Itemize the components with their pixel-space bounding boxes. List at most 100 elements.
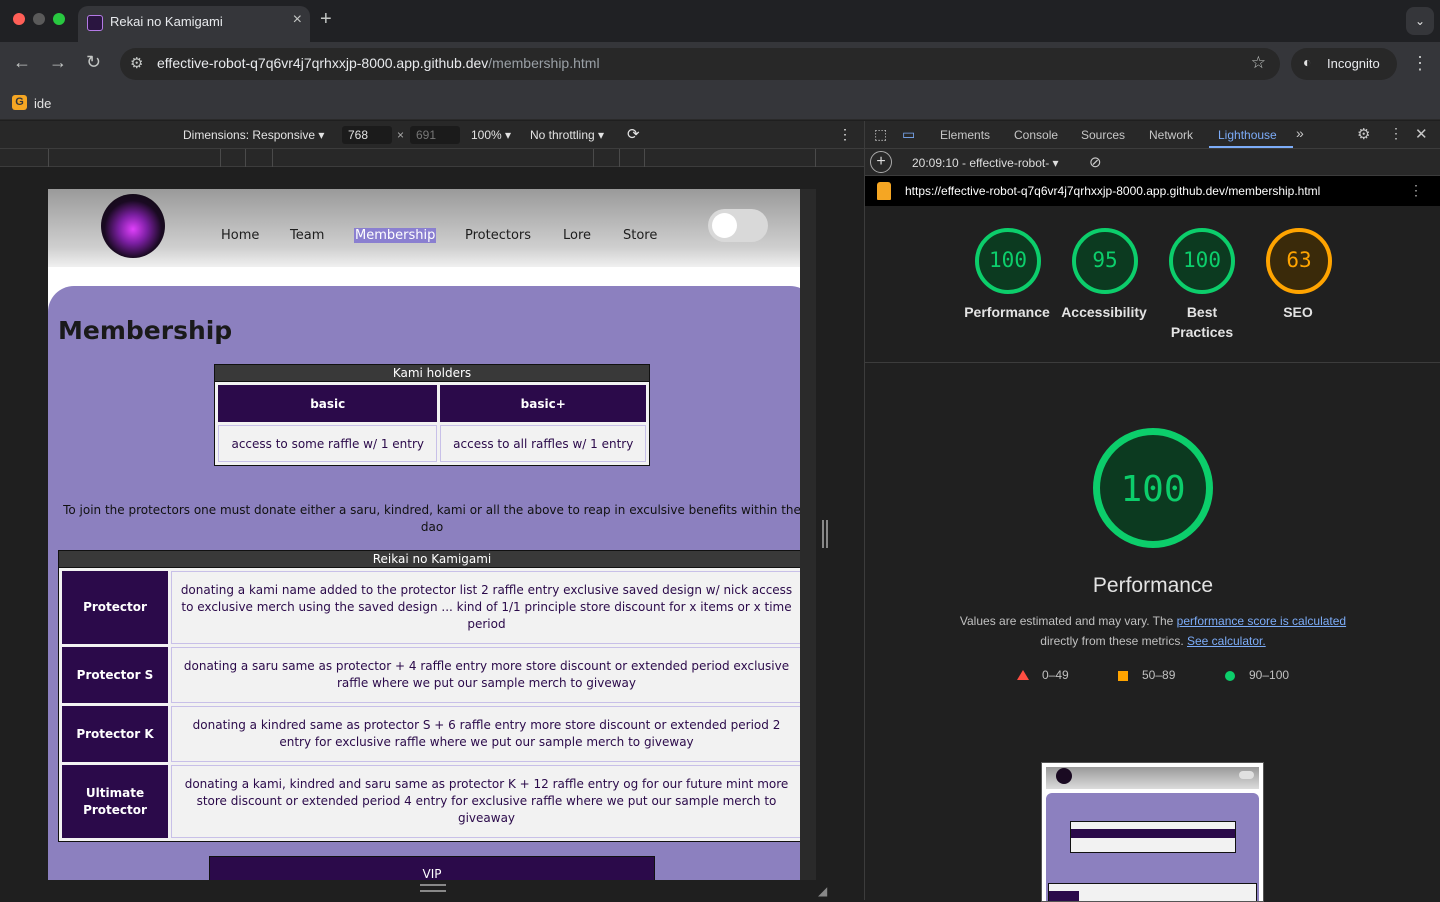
nav-home[interactable]: Home — [221, 228, 259, 243]
tab-lighthouse[interactable]: Lighthouse — [1218, 128, 1277, 142]
divider — [865, 362, 1440, 363]
times-sign: × — [397, 128, 405, 142]
width-input[interactable]: 768 — [342, 126, 392, 144]
pass-circle-icon — [1225, 671, 1235, 681]
throttling-dropdown[interactable]: No throttling ▾ — [530, 128, 604, 142]
fail-triangle-icon — [1017, 670, 1029, 680]
devtools-menu-icon[interactable]: ⋮ — [1389, 125, 1403, 142]
device-toolbar: Dimensions: Responsive ▾ 768 × 691 100% … — [0, 121, 864, 149]
report-menu-icon[interactable]: ⋮ — [1409, 182, 1423, 199]
height-input[interactable]: 691 — [410, 126, 460, 144]
score-gauge-seo[interactable]: 63 — [1266, 228, 1332, 294]
table-row: Protector S donating a saru same as prot… — [62, 647, 802, 703]
tab-network[interactable]: Network — [1149, 128, 1193, 142]
close-tab-icon[interactable]: × — [293, 11, 302, 29]
incognito-indicator[interactable]: ◐ Incognito — [1291, 48, 1397, 80]
address-bar[interactable]: ⚙ effective-robot-q7q6vr4j7qrhxxjp-8000.… — [120, 48, 1280, 80]
membership-content: Membership Kami holders basic basic+ acc… — [48, 286, 816, 880]
site-info-icon[interactable]: ⚙ — [130, 54, 143, 72]
report-url[interactable]: https://effective-robot-q7q6vr4j7qrhxxjp… — [905, 184, 1320, 198]
browser-tab[interactable]: Rekai no Kamigami × — [78, 6, 310, 42]
bookmark-label: ide — [34, 96, 52, 111]
resize-handle-right[interactable] — [822, 520, 828, 548]
media-query-ruler[interactable] — [0, 149, 864, 167]
tier-name: Protector — [62, 571, 168, 644]
tier-description: donating a saru same as protector + 4 ra… — [171, 647, 802, 703]
tab-sources[interactable]: Sources — [1081, 128, 1125, 142]
url-text[interactable]: effective-robot-q7q6vr4j7qrhxxjp-8000.ap… — [157, 55, 600, 71]
back-arrow-icon[interactable]: ← — [13, 52, 31, 73]
forward-arrow-icon[interactable]: → — [49, 52, 67, 73]
note-text: directly from these metrics. — [1040, 634, 1187, 648]
device-toolbar-icon[interactable]: ▭ — [902, 126, 915, 143]
nav-lore[interactable]: Lore — [563, 228, 591, 243]
minimize-window-icon[interactable] — [33, 13, 45, 25]
tier-name: Ultimate Protector — [62, 765, 168, 838]
score-value: 63 — [1286, 248, 1312, 272]
thumbnail-table-2-cell — [1049, 891, 1079, 901]
new-report-icon[interactable]: + — [870, 151, 892, 173]
score-gauge-accessibility[interactable]: 95 — [1072, 228, 1138, 294]
table-header: basic — [218, 385, 438, 422]
bookmarks-bar — [0, 86, 1440, 120]
settings-gear-icon[interactable]: ⚙ — [1357, 125, 1370, 143]
inspect-element-icon[interactable]: ⬚ — [874, 126, 887, 143]
close-window-icon[interactable] — [13, 13, 25, 25]
table-row: Protector donating a kami name added to … — [62, 571, 802, 644]
tab-console[interactable]: Console — [1014, 128, 1058, 142]
zoom-window-icon[interactable] — [53, 13, 65, 25]
incognito-icon: ◐ — [1303, 54, 1312, 70]
page-title: Membership — [58, 316, 233, 345]
table-header: basic+ — [440, 385, 646, 422]
thumbnail-logo — [1056, 768, 1072, 784]
page-screenshot-thumbnail[interactable] — [1041, 762, 1264, 902]
score-label: Accessibility — [1061, 304, 1147, 320]
nav-membership[interactable]: Membership — [354, 228, 437, 243]
tab-search-chevron-icon[interactable]: ⌄ — [1406, 7, 1434, 35]
nav-team[interactable]: Team — [290, 228, 324, 243]
score-value: 100 — [1183, 248, 1221, 272]
active-tab-indicator — [1209, 146, 1293, 148]
report-select[interactable]: 20:09:10 - effective-robot- ▾ — [912, 156, 1059, 170]
bookmark-star-icon[interactable]: ☆ — [1251, 53, 1266, 73]
tab-title: Rekai no Kamigami — [110, 14, 223, 29]
performance-note: Values are estimated and may vary. The p… — [940, 611, 1366, 651]
big-score-value: 100 — [1120, 469, 1186, 510]
average-square-icon — [1118, 671, 1128, 681]
new-tab-button[interactable]: + — [320, 8, 332, 31]
close-devtools-icon[interactable]: ✕ — [1415, 125, 1428, 143]
reload-icon[interactable]: ↻ — [86, 52, 101, 73]
theme-toggle[interactable] — [708, 209, 768, 242]
tab-elements[interactable]: Elements — [940, 128, 990, 142]
score-label: Best Practices — [1170, 304, 1234, 340]
rotate-icon[interactable]: ⟳ — [627, 125, 640, 143]
tier-name: Protector S — [62, 647, 168, 703]
clear-report-icon[interactable]: ⊘ — [1089, 153, 1102, 171]
vip-table: VIP — [209, 856, 655, 880]
page-scrollbar[interactable] — [800, 189, 816, 880]
table-cell: access to all raffles w/ 1 entry — [440, 425, 646, 462]
dimensions-dropdown[interactable]: Dimensions: Responsive ▾ — [183, 128, 324, 142]
score-label: SEO — [1283, 304, 1313, 320]
site-logo[interactable] — [101, 194, 165, 258]
see-calculator-link[interactable]: See calculator. — [1187, 634, 1266, 648]
score-value: 95 — [1092, 248, 1118, 272]
resize-corner-icon[interactable]: ◢ — [818, 884, 827, 898]
more-tabs-icon[interactable]: » — [1296, 125, 1304, 141]
incognito-label: Incognito — [1327, 56, 1380, 71]
score-gauge-best-practices[interactable]: 100 — [1169, 228, 1235, 294]
lighthouse-toolbar: + 20:09:10 - effective-robot- ▾ ⊘ — [865, 149, 1440, 176]
note-text: Values are estimated and may vary. The — [959, 614, 1177, 628]
nav-protectors[interactable]: Protectors — [465, 228, 531, 243]
device-more-icon[interactable]: ⋮ — [838, 126, 852, 143]
performance-title: Performance — [1092, 574, 1214, 597]
score-calculated-link[interactable]: performance score is calculated — [1177, 614, 1346, 628]
lighthouse-icon — [877, 182, 891, 200]
nav-store[interactable]: Store — [623, 228, 657, 243]
site-header: Home Team Membership Protectors Lore Sto… — [48, 189, 800, 267]
zoom-dropdown[interactable]: 100% ▾ — [471, 128, 511, 142]
kami-holders-table: Kami holders basic basic+ access to some… — [214, 364, 650, 466]
score-gauge-performance[interactable]: 100 — [975, 228, 1041, 294]
browser-menu-icon[interactable]: ⋮ — [1411, 53, 1429, 74]
resize-handle-bottom[interactable] — [420, 884, 446, 892]
